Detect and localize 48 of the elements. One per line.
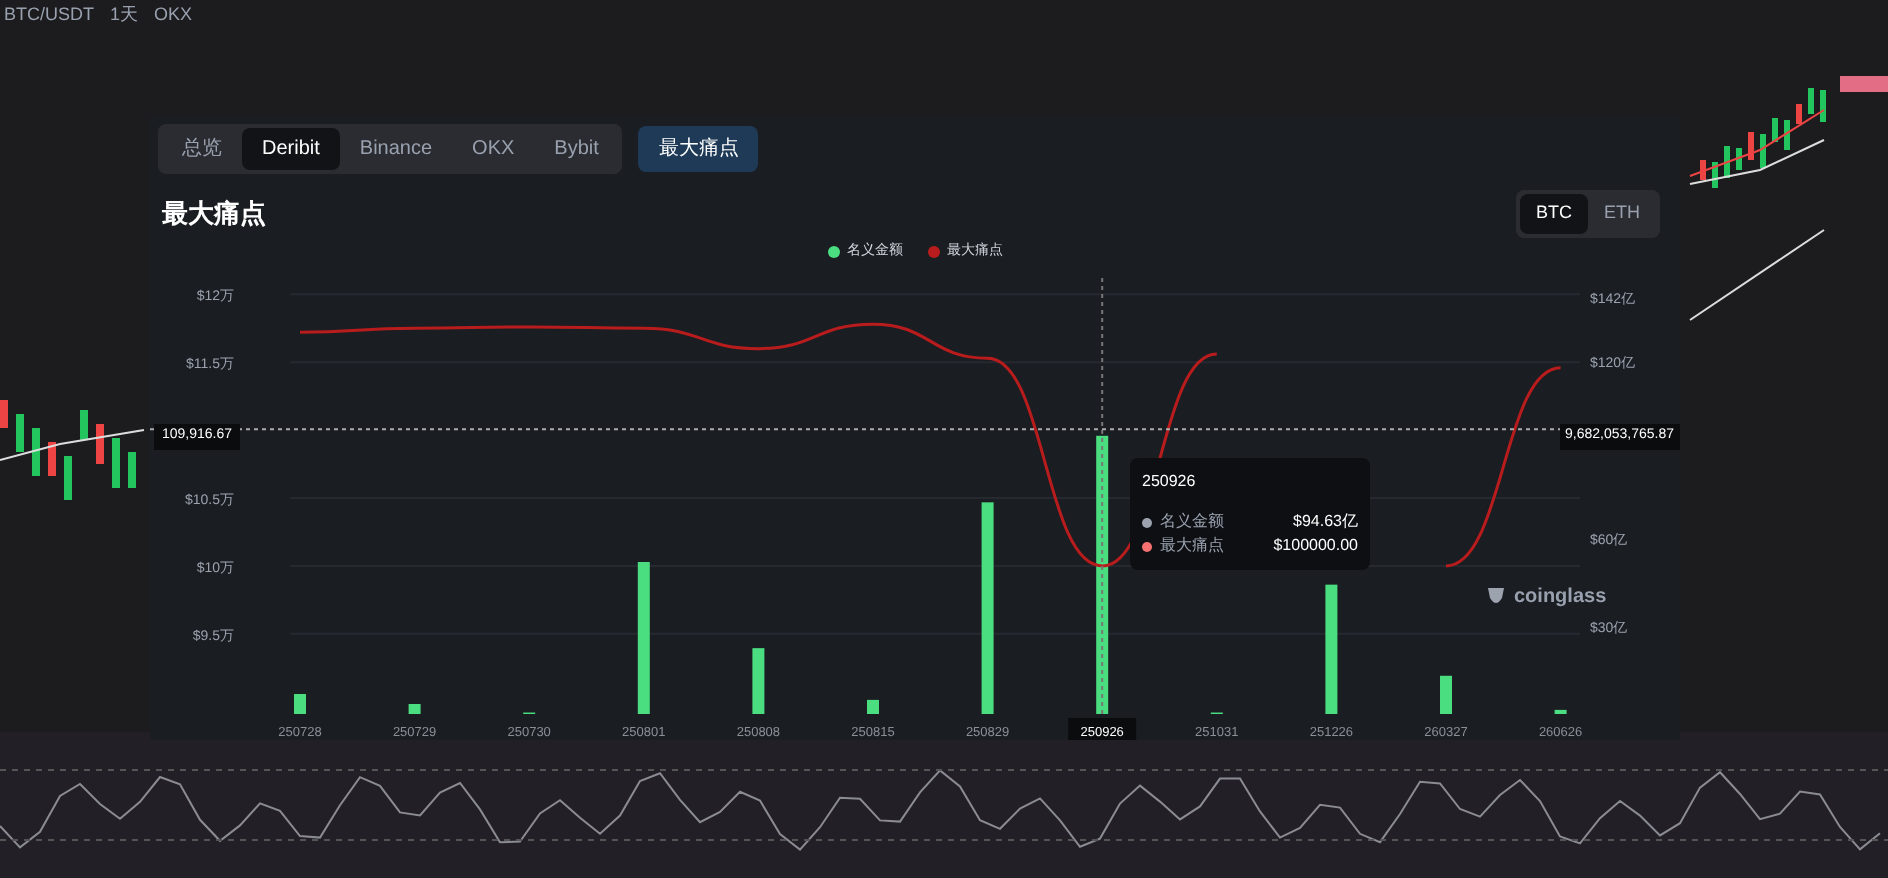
candle bbox=[0, 400, 8, 428]
interval-label: 1天 bbox=[110, 2, 139, 28]
candle bbox=[1748, 132, 1754, 160]
bar bbox=[867, 699, 879, 714]
bar bbox=[1325, 584, 1338, 714]
symbol-label: BTC/USDT bbox=[4, 2, 94, 28]
candle bbox=[96, 424, 104, 464]
brand-name: coinglass bbox=[1514, 584, 1607, 612]
candle bbox=[1736, 148, 1742, 170]
candle bbox=[64, 456, 72, 500]
candle bbox=[16, 414, 24, 452]
candle bbox=[1772, 118, 1778, 142]
tooltip-series-name: 最大痛点 bbox=[1160, 534, 1224, 558]
candle bbox=[1796, 104, 1802, 124]
exchange-tab[interactable]: OKX bbox=[452, 128, 535, 170]
exchange-tab[interactable]: Binance bbox=[339, 128, 453, 170]
candle bbox=[1820, 90, 1826, 122]
candle bbox=[32, 428, 40, 476]
candle bbox=[1784, 120, 1790, 150]
exchange-tab[interactable]: Bybit bbox=[534, 128, 619, 170]
coin-tab[interactable]: ETH bbox=[1588, 194, 1656, 233]
candle bbox=[128, 452, 136, 488]
bar bbox=[752, 648, 765, 714]
bar bbox=[1440, 675, 1452, 714]
bar bbox=[408, 704, 421, 714]
candle bbox=[1760, 134, 1766, 168]
bar bbox=[1554, 709, 1567, 714]
candle bbox=[1724, 146, 1730, 178]
candle bbox=[1808, 88, 1814, 114]
candle bbox=[112, 438, 120, 488]
exchange-label: OKX bbox=[154, 2, 193, 28]
moving-average-line bbox=[1689, 229, 1825, 321]
candle bbox=[80, 410, 88, 440]
tooltip-title: 250926 bbox=[1142, 470, 1198, 494]
tooltip-value: $94.63亿 bbox=[1293, 510, 1358, 534]
coin-tab[interactable]: BTC bbox=[1520, 194, 1588, 233]
panel-title: 最大痛点 bbox=[162, 196, 266, 232]
candle bbox=[1712, 162, 1718, 188]
candle bbox=[48, 442, 56, 476]
max-pain-tab[interactable]: 最大痛点 bbox=[638, 126, 759, 172]
brand-logo-icon bbox=[1486, 586, 1506, 608]
tooltip-series-name: 名义金额 bbox=[1160, 510, 1224, 534]
candle bbox=[1700, 160, 1706, 180]
price-marker bbox=[1840, 76, 1888, 92]
exchange-tab[interactable]: 总览 bbox=[162, 128, 242, 170]
tooltip-value: $100000.00 bbox=[1273, 534, 1358, 558]
exchange-tab[interactable]: Deribit bbox=[242, 128, 340, 170]
bar bbox=[294, 694, 306, 714]
